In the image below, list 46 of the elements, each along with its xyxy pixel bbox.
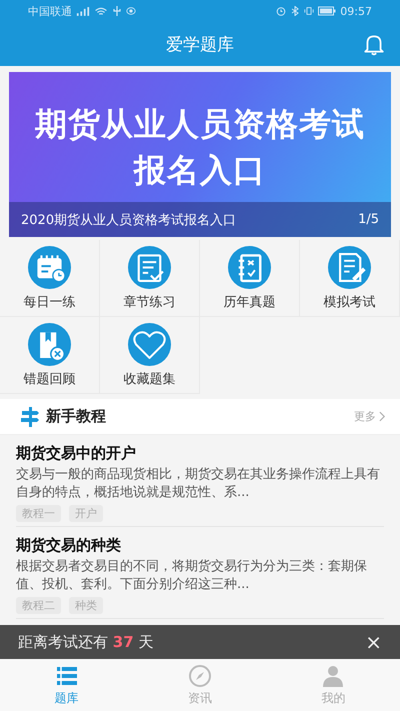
- shortcut-tile[interactable]: 每日一练: [0, 240, 100, 317]
- shortcut-tile[interactable]: 收藏题集: [100, 317, 200, 394]
- tag: 种类: [69, 597, 103, 614]
- article-summary: 交易与一般的商品现货相比，期货交易在其业务操作流程上具有自身的特点，概括地说就是规范性、系...: [16, 466, 381, 502]
- tag: 开户: [69, 505, 103, 522]
- shortcut-tile[interactable]: 模拟考试: [300, 240, 400, 317]
- vibrate-icon: [304, 6, 314, 16]
- signpost-icon: [20, 406, 40, 428]
- compass-icon: [188, 664, 212, 688]
- close-button[interactable]: ×: [361, 630, 386, 654]
- countdown-text: 距离考试还有 37 天: [18, 632, 154, 652]
- tag: 教程二: [16, 597, 61, 614]
- eye-icon: [126, 6, 136, 16]
- section-title: 新手教程: [46, 407, 106, 426]
- alarm-icon: [276, 6, 286, 16]
- shortcut-label: 章节练习: [124, 294, 176, 310]
- article-item[interactable]: 期货交易中的开户 交易与一般的商品现货相比，期货交易在其业务操作流程上具有自身的特点，概括地说就是规范性、系... 教程一 开户: [16, 435, 384, 527]
- banner-headline: 报名入口: [134, 152, 266, 188]
- carrier-name: 中国联通: [28, 4, 72, 18]
- chevron-right-icon: [379, 411, 386, 422]
- tag: 教程一: [16, 505, 61, 522]
- shortcut-label: 模拟考试: [324, 294, 376, 310]
- article-item[interactable]: 期货交易的种类 根据交易者交易目的不同，将期货交易行为分为三类：套期保值、投机、套利。下面分别介绍这三种... 教程二 种类: [16, 527, 384, 619]
- shortcut-label: 收藏题集: [124, 370, 176, 388]
- article-title: 期货交易的种类: [16, 535, 122, 556]
- shortcut-label: 错题回顾: [24, 370, 76, 388]
- banner-counter: 1/5: [358, 212, 379, 227]
- shortcut-label: 每日一练: [24, 294, 76, 310]
- person-icon: [321, 664, 346, 688]
- shortcut-tile[interactable]: 历年真题: [200, 240, 300, 317]
- battery-icon: [318, 6, 336, 16]
- bluetooth-icon: [290, 6, 300, 16]
- banner-headline: 期货从业人员资格考试: [35, 106, 365, 142]
- wifi-icon: [94, 6, 108, 16]
- shortcut-tile[interactable]: 错题回顾: [0, 317, 100, 394]
- promo-banner[interactable]: 期货从业人员资格考试 报名入口 2020期货从业人员资格考试报名入口 1/5: [9, 72, 391, 237]
- shortcut-label: 历年真题: [224, 294, 276, 310]
- clock-time: 09:57: [340, 4, 372, 18]
- list-icon: [54, 664, 79, 688]
- usb-icon: [112, 6, 122, 16]
- banner-caption: 2020期货从业人员资格考试报名入口: [21, 212, 236, 228]
- article-title: 期货交易中的开户: [16, 443, 137, 464]
- shortcut-tile[interactable]: 章节练习: [100, 240, 200, 317]
- app-title: 爱学题库: [166, 34, 234, 56]
- article-summary: 根据交易者交易目的不同，将期货交易行为分为三类：套期保值、投机、套利。下面分别介绍这三种...: [16, 558, 368, 594]
- signal-icon: [76, 6, 90, 16]
